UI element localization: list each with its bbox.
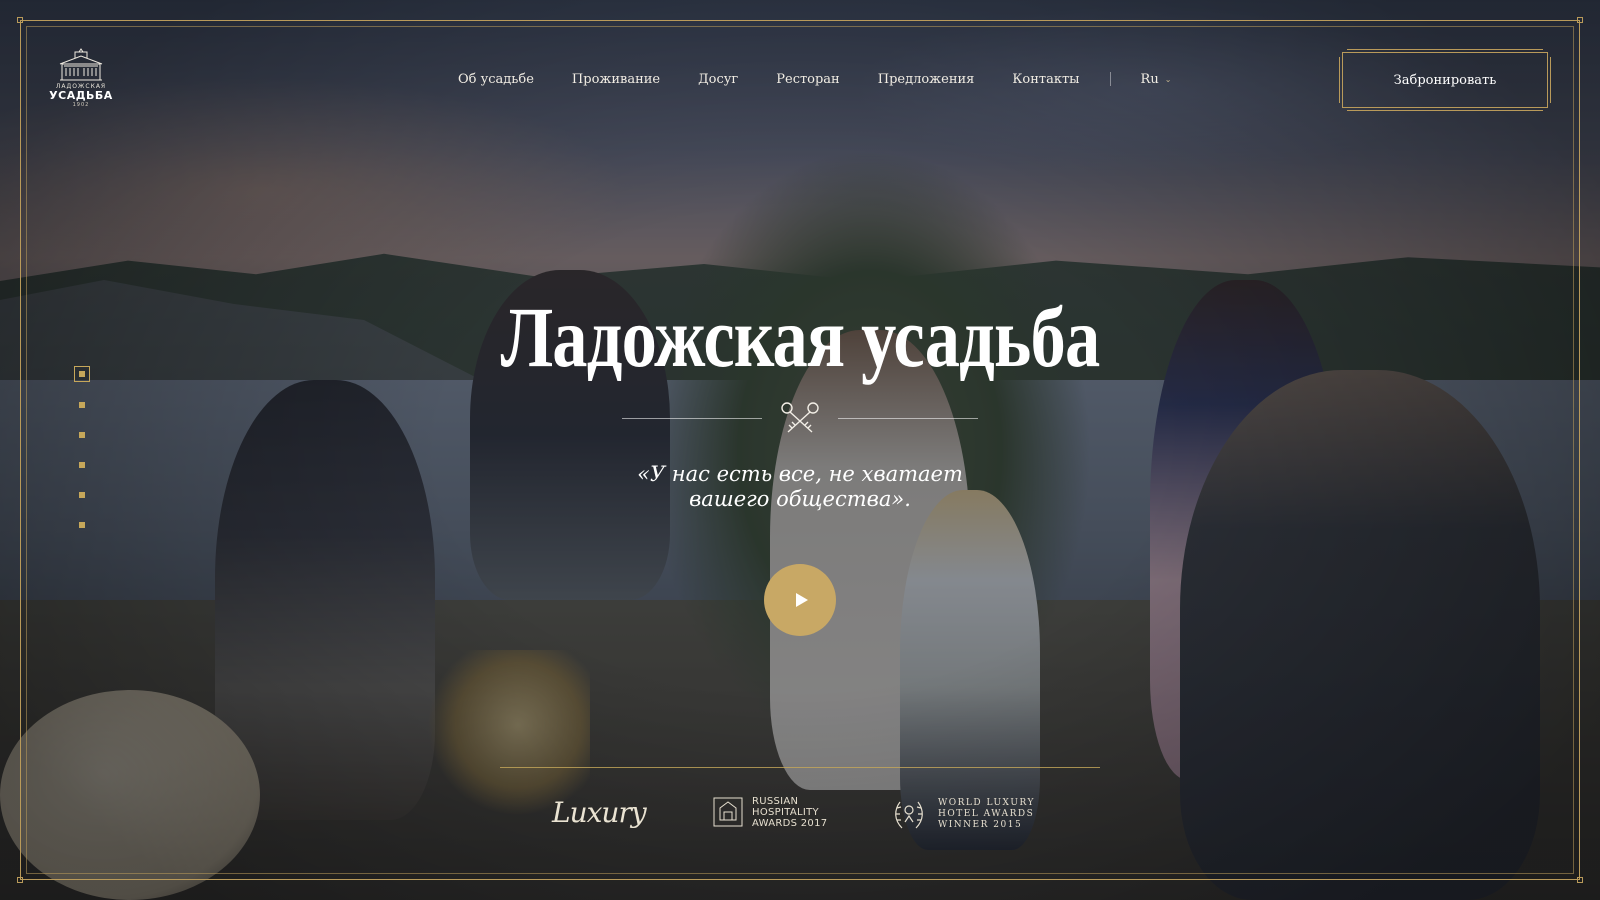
divider-line-right [838,418,978,419]
nav-divider [1109,72,1111,86]
slider-dot-active[interactable] [74,366,90,382]
vignette [0,0,1600,900]
hospitality-award-icon [713,797,743,827]
world-luxury-line3: WINNER 2015 [938,819,1023,830]
quote-line1: «У нас есть все, не хватает [637,462,963,486]
chevron-down-icon: ⌄ [1164,74,1172,84]
frame-corner [1577,877,1583,883]
manor-house-icon [59,48,103,81]
play-icon [796,593,808,607]
hero-quote: «У нас есть все, не хватает вашего общес… [0,462,1600,512]
book-button-label: Забронировать [1393,72,1497,88]
play-video-button[interactable] [764,564,836,636]
award-world-luxury: WORLD LUXURY HOTEL AWARDS WINNER 2015 [892,796,1035,832]
world-luxury-text: WORLD LUXURY HOTEL AWARDS WINNER 2015 [938,798,1035,831]
title-divider [0,400,1600,434]
frame-corner [17,17,23,23]
laurel-wreath-icon [895,801,923,829]
hospitality-line2: HOSPITALITY [752,806,819,818]
hospitality-line3: AWARDS 2017 [752,817,828,829]
slider-dot[interactable] [79,522,85,528]
site-logo[interactable]: ЛАДОЖСКАЯ УСАДЬБА 1902 [48,48,114,120]
world-luxury-line2: HOTEL AWARDS [938,808,1035,819]
hero-background [0,0,1600,900]
award-luxury: Luxury [552,796,647,829]
frame-corner [17,877,23,883]
slider-pagination [72,366,92,552]
logo-line2: УСАДЬБА [49,89,113,102]
award-russian-hospitality: RUSSIAN HOSPITALITY AWARDS 2017 [710,794,827,830]
crossed-keys-icon [781,402,819,433]
quote-line2: вашего общества». [689,487,911,511]
language-label: Ru [1140,71,1159,87]
nav-leisure[interactable]: Досуг [698,72,738,87]
language-selector[interactable]: Ru ⌄ [1141,72,1172,87]
hospitality-award-text: RUSSIAN HOSPITALITY AWARDS 2017 [752,796,827,829]
nav-contacts[interactable]: Контакты [1012,72,1079,87]
nav-accommodation[interactable]: Проживание [572,72,660,87]
frame-corner [1577,17,1583,23]
book-button[interactable]: Забронировать [1339,49,1551,111]
awards-strip: Luxury RUSSIAN HOSPITALITY AWARDS 2017 W… [0,790,1600,850]
nav-restaurant[interactable]: Ресторан [776,72,839,87]
hospitality-line1: RUSSIAN [752,795,799,807]
hero-title: Ладожская усадьба [500,289,1101,385]
logo-year: 1902 [72,102,90,108]
awards-divider [500,767,1100,768]
main-nav: Об усадьбе Проживание Досуг Ресторан Пре… [458,70,1171,88]
divider-line-left [622,418,762,419]
nav-offers[interactable]: Предложения [878,72,975,87]
award-luxury-logo: Luxury [552,796,647,829]
nav-about[interactable]: Об усадьбе [458,72,534,87]
world-luxury-line1: WORLD LUXURY [938,797,1035,808]
